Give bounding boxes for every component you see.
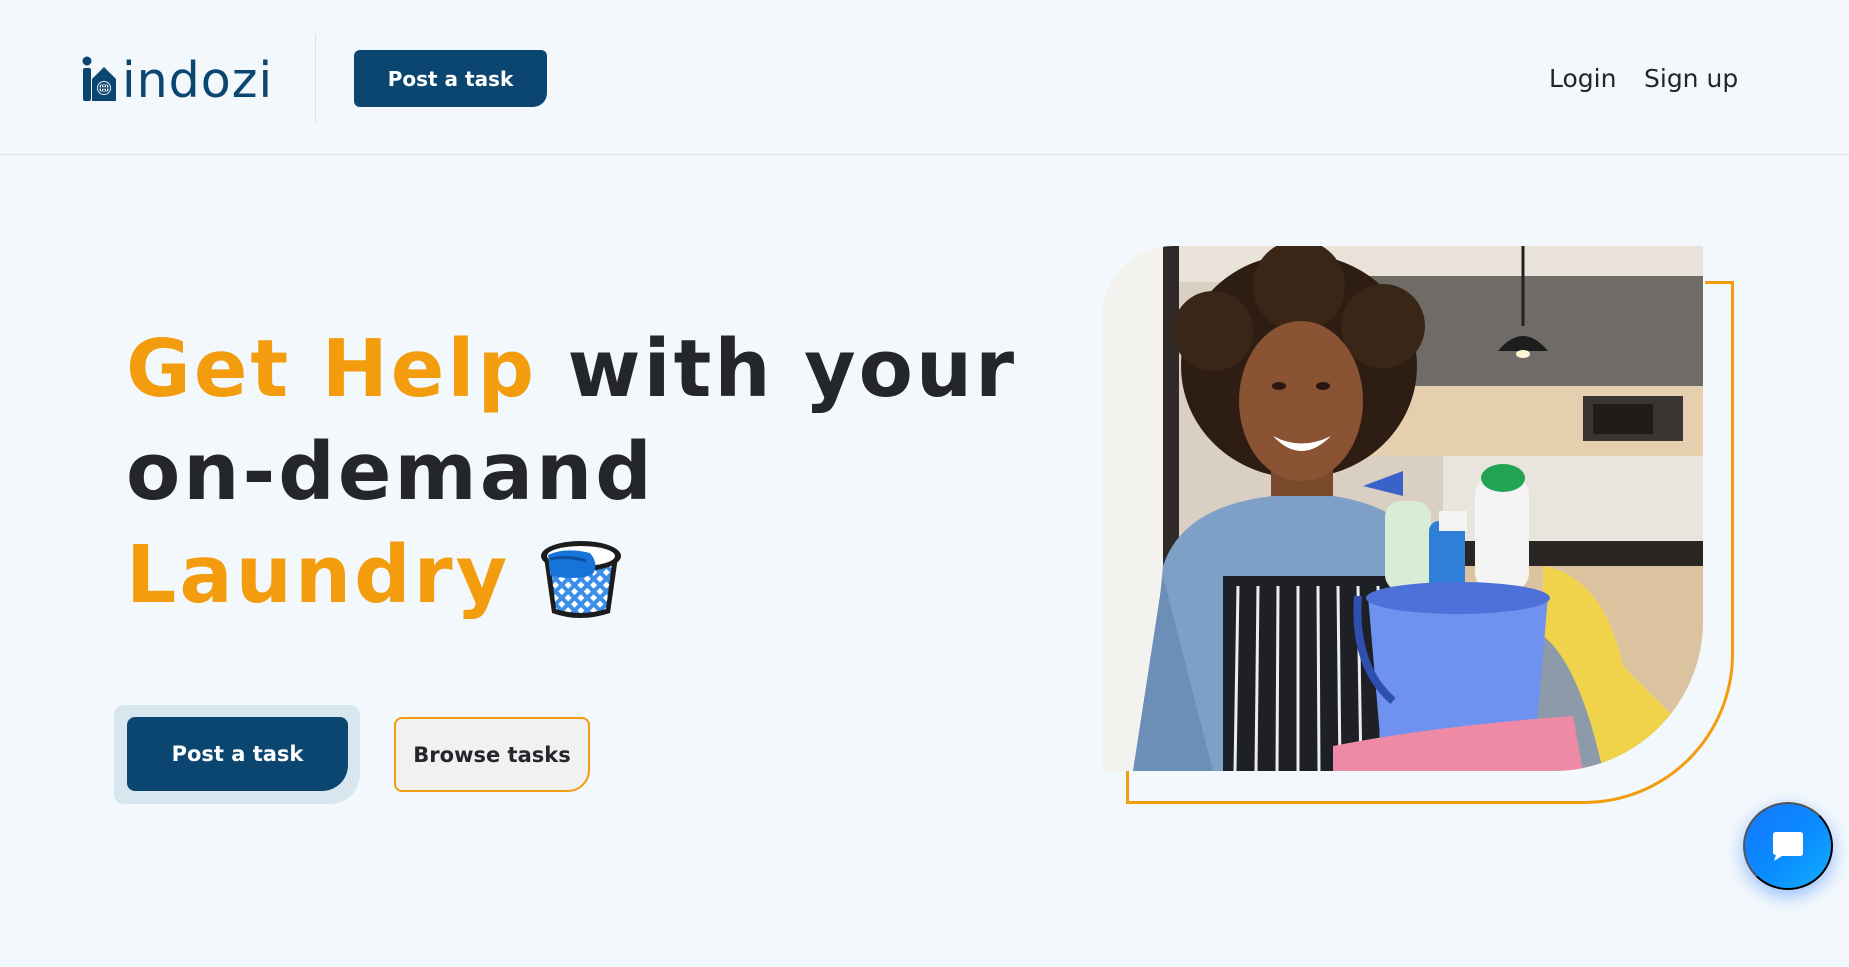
hero-photo-illustration [1103,246,1703,771]
login-link[interactable]: Login [1549,64,1616,93]
logo-house-icon [82,56,116,101]
site-header: indozi Post a task Login Sign up [0,0,1849,155]
hero-image [1103,246,1703,771]
laundry-basket-icon [541,540,622,618]
hero-title-accent-service: Laundry [126,529,511,621]
logo-text: indozi [122,51,274,109]
logo[interactable]: indozi [80,50,273,110]
chat-button[interactable] [1743,802,1833,890]
hero-title: Get Help with your on-demand Laundry [126,318,1026,631]
hero-title-line-2: on-demand [126,426,655,518]
hero-title-line-3: Laundry [126,524,1026,631]
hero-title-with-your: with your [537,323,1018,415]
hero-post-task-button[interactable]: Post a task [127,717,348,791]
browse-tasks-button[interactable]: Browse tasks [394,717,590,792]
chat-bubble-icon [1773,832,1803,861]
header-divider [315,34,316,124]
hero-title-accent-help: Get Help [126,323,538,415]
signup-link[interactable]: Sign up [1644,64,1738,93]
header-post-task-button[interactable]: Post a task [354,50,547,107]
hero-title-line-1: Get Help with your [126,318,1026,421]
